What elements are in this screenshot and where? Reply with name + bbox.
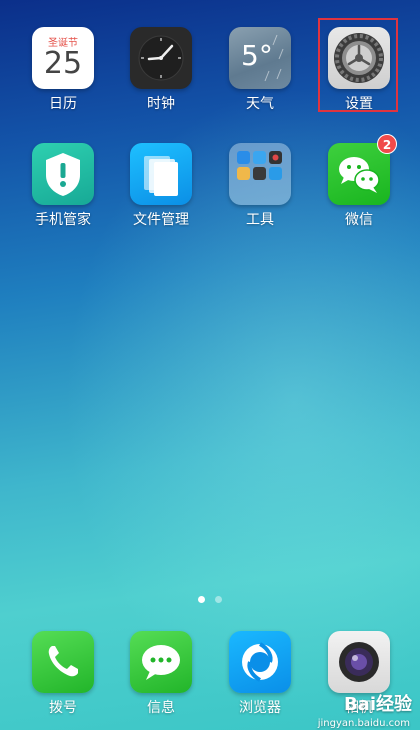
page-dot[interactable] xyxy=(215,596,222,603)
app-tools-folder[interactable]: 工具 xyxy=(220,143,300,229)
app-label: 天气 xyxy=(246,96,274,112)
app-dialer[interactable]: 拨号 xyxy=(23,631,103,717)
phone-icon xyxy=(32,631,94,693)
app-label: 信息 xyxy=(147,700,175,716)
app-label: 时钟 xyxy=(147,96,175,112)
app-label: 拨号 xyxy=(49,700,77,716)
app-calendar[interactable]: 圣诞节 25 日历 xyxy=(23,27,103,113)
app-label: 文件管理 xyxy=(133,212,189,228)
app-label: 工具 xyxy=(246,212,274,228)
weather-icon: 5° xyxy=(229,27,291,89)
app-label: 日历 xyxy=(49,96,77,112)
calendar-icon: 圣诞节 25 xyxy=(32,27,94,89)
tools-folder-icon xyxy=(229,143,291,205)
app-phone-manager[interactable]: 手机管家 xyxy=(23,143,103,229)
app-clock[interactable]: 时钟 xyxy=(121,27,201,113)
shield-icon xyxy=(32,143,94,205)
browser-icon xyxy=(229,631,291,693)
app-weather[interactable]: 5° 天气 xyxy=(220,27,300,113)
app-file-manager[interactable]: 文件管理 xyxy=(121,143,201,229)
baidu-watermark: Bai经验 xyxy=(343,694,412,715)
app-label: 微信 xyxy=(345,212,373,228)
camera-icon xyxy=(328,631,390,693)
message-icon xyxy=(130,631,192,693)
folder-icon xyxy=(130,143,192,205)
wechat-badge: 2 xyxy=(377,134,397,154)
settings-highlight-box xyxy=(318,18,398,112)
watermark-url: jingyan.baidu.com xyxy=(317,718,410,729)
calendar-day: 25 xyxy=(43,46,83,81)
app-label: 手机管家 xyxy=(35,212,91,228)
app-wechat[interactable]: 微信 xyxy=(319,143,399,229)
app-label: 浏览器 xyxy=(239,700,281,716)
app-messages[interactable]: 信息 xyxy=(121,631,201,717)
clock-icon xyxy=(130,27,192,89)
app-browser[interactable]: 浏览器 xyxy=(220,631,300,717)
page-dot-active[interactable] xyxy=(198,596,205,603)
